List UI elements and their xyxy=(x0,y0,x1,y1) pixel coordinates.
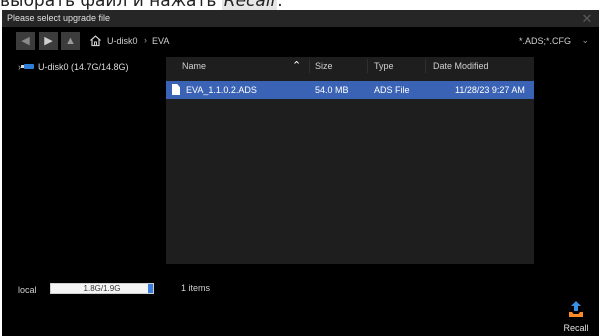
chevron-right-icon: ▶ xyxy=(44,35,53,47)
column-header-size[interactable]: Size xyxy=(315,61,333,71)
file-date-modified: 11/28/23 9:27 AM xyxy=(455,85,525,95)
dialog-title: Please select upgrade file xyxy=(7,13,111,23)
file-name: EVA_1.1.0.2.ADS xyxy=(186,85,257,95)
up-folder-button[interactable]: ▲ xyxy=(61,32,80,50)
chevron-left-icon: ◀ xyxy=(21,35,30,47)
file-list: Name ⌃ Size Type Date Modified EVA_1.1.0… xyxy=(166,57,534,264)
file-type-filter[interactable]: *.ADS;*.CFG xyxy=(519,36,571,46)
forward-button[interactable]: ▶ xyxy=(39,32,58,50)
recall-button[interactable]: Recall xyxy=(558,300,594,336)
recall-label: Recall xyxy=(563,323,589,333)
item-count: 1 items xyxy=(181,283,211,293)
upgrade-file-dialog: Please select upgrade file ✕ ◀ ▶ ▲ U-dis… xyxy=(2,10,599,336)
close-button[interactable]: ✕ xyxy=(578,11,596,26)
home-icon[interactable] xyxy=(89,34,102,47)
tree-item-udisk0[interactable]: › U-disk0 (14.7G/14.8G) xyxy=(18,62,129,72)
storage-usage-text: 1.8G/1.9G xyxy=(83,284,121,293)
column-header-name[interactable]: Name xyxy=(182,61,206,71)
recall-upload-icon xyxy=(569,301,583,317)
file-list-header: Name ⌃ Size Type Date Modified xyxy=(166,57,534,75)
tree-item-label: U-disk0 (14.7G/14.8G) xyxy=(38,62,129,72)
file-icon xyxy=(172,84,180,95)
file-type: ADS File xyxy=(374,85,410,95)
breadcrumb-item-udisk0[interactable]: U-disk0 xyxy=(107,36,138,46)
column-header-date-modified[interactable]: Date Modified xyxy=(433,61,489,71)
sort-ascending-icon[interactable]: ⌃ xyxy=(292,59,301,72)
chevron-down-icon[interactable]: ⌄ xyxy=(581,35,589,46)
breadcrumb-separator: › xyxy=(144,35,147,45)
file-row[interactable]: EVA_1.1.0.2.ADS 54.0 MB ADS File 11/28/2… xyxy=(166,81,534,99)
column-divider[interactable] xyxy=(309,59,310,73)
breadcrumb-item-eva[interactable]: EVA xyxy=(152,36,169,46)
local-storage-label: local xyxy=(18,285,37,295)
title-bar: Please select upgrade file ✕ xyxy=(2,10,599,27)
back-button[interactable]: ◀ xyxy=(16,32,35,50)
drive-tree: › U-disk0 (14.7G/14.8G) xyxy=(18,57,163,263)
storage-usage-bar: 1.8G/1.9G xyxy=(50,283,154,294)
navigation-bar: ◀ ▶ ▲ U-disk0 › EVA *.ADS;*.CFG ⌄ xyxy=(2,30,599,52)
column-header-type[interactable]: Type xyxy=(374,61,394,71)
close-icon: ✕ xyxy=(581,11,593,26)
column-divider[interactable] xyxy=(367,59,368,73)
chevron-up-icon: ▲ xyxy=(65,35,76,47)
column-divider[interactable] xyxy=(425,59,426,73)
usb-drive-icon xyxy=(21,64,34,69)
file-size: 54.0 MB xyxy=(315,85,349,95)
